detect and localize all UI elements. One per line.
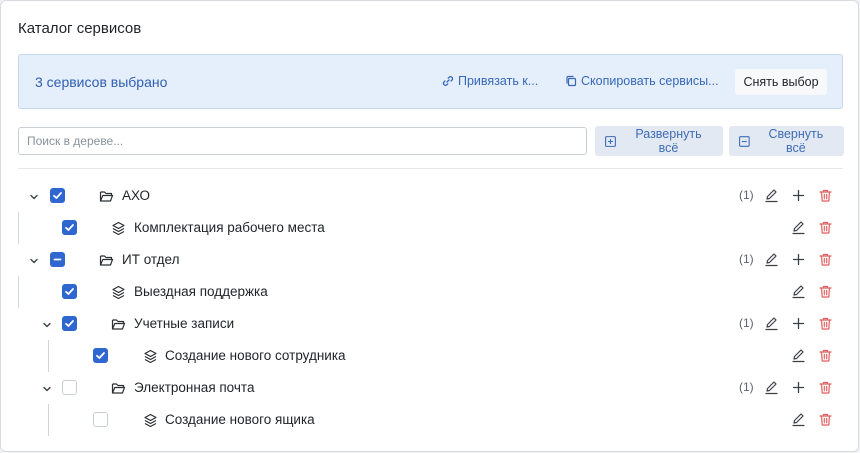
edit-icon[interactable]	[791, 284, 806, 299]
tree-node-label: ИТ отдел	[122, 252, 180, 267]
copy-services-button[interactable]: Скопировать сервисы...	[565, 74, 719, 88]
tree-service-row[interactable]: Выездная поддержка	[1, 276, 860, 308]
tree-service-row[interactable]: Создание нового ящика	[1, 404, 860, 436]
add-icon[interactable]	[791, 188, 806, 203]
tree-node-label: Электронная почта	[134, 380, 255, 395]
tree-search-input[interactable]	[18, 127, 587, 155]
tree-checkbox[interactable]	[93, 348, 108, 363]
trash-icon[interactable]	[818, 220, 833, 235]
trash-icon[interactable]	[818, 348, 833, 363]
trash-icon[interactable]	[818, 316, 833, 331]
tree-checkbox[interactable]	[62, 316, 77, 331]
panel-title: Каталог сервисов	[18, 20, 142, 37]
copy-services-label: Скопировать сервисы...	[581, 74, 719, 88]
edit-icon[interactable]	[791, 412, 806, 427]
tree-folder-row[interactable]: Учетные записи (1)	[1, 308, 860, 340]
tree-folder-row[interactable]: Электронная почта (1)	[1, 372, 860, 404]
clear-selection-button[interactable]: Снять выбор	[735, 69, 827, 95]
collapse-all-label: Свернуть всё	[768, 127, 824, 155]
add-icon[interactable]	[791, 380, 806, 395]
trash-icon[interactable]	[818, 412, 833, 427]
chevron-down-icon[interactable]	[41, 318, 53, 330]
tree-folder-row[interactable]: АХО (1)	[1, 180, 860, 212]
tree-folder-row[interactable]: ИТ отдел (1)	[1, 244, 860, 276]
child-count: (1)	[739, 188, 754, 202]
edit-icon[interactable]	[764, 188, 779, 203]
layers-icon	[111, 285, 126, 300]
chevron-down-icon[interactable]	[41, 382, 53, 394]
edit-icon[interactable]	[791, 348, 806, 363]
selection-count: 3 сервисов выбрано	[35, 74, 168, 90]
plus-square-icon	[605, 135, 616, 147]
child-count: (1)	[739, 252, 754, 266]
child-count: (1)	[739, 316, 754, 330]
divider	[18, 168, 843, 169]
tree-service-row[interactable]: Создание нового сотрудника	[1, 340, 860, 372]
trash-icon[interactable]	[818, 252, 833, 267]
chevron-down-icon[interactable]	[28, 254, 40, 266]
expand-all-button[interactable]: Развернуть всё	[595, 126, 723, 156]
tree-checkbox[interactable]	[62, 284, 77, 299]
bind-to-button[interactable]: Привязать к...	[442, 74, 538, 88]
link-icon	[442, 76, 454, 86]
copy-icon	[566, 75, 577, 87]
edit-icon[interactable]	[791, 220, 806, 235]
child-count: (1)	[739, 380, 754, 394]
edit-icon[interactable]	[764, 316, 779, 331]
folder-open-icon	[99, 253, 114, 268]
folder-open-icon	[111, 317, 126, 332]
bind-to-label: Привязать к...	[458, 74, 539, 88]
collapse-all-button[interactable]: Свернуть всё	[729, 126, 844, 156]
tree-node-label: АХО	[122, 188, 151, 203]
tree-checkbox[interactable]	[50, 188, 65, 203]
service-catalog-panel: Каталог сервисов 3 сервисов выбрано Прив…	[0, 0, 859, 452]
trash-icon[interactable]	[818, 284, 833, 299]
layers-icon	[143, 413, 158, 428]
tree-indent-guide	[18, 276, 19, 308]
add-icon[interactable]	[791, 252, 806, 267]
layers-icon	[111, 221, 126, 236]
add-icon[interactable]	[791, 316, 806, 331]
minus-square-icon	[739, 135, 750, 147]
expand-all-label: Развернуть всё	[635, 127, 702, 155]
edit-icon[interactable]	[764, 380, 779, 395]
tree-checkbox[interactable]	[62, 380, 77, 395]
selection-bar: 3 сервисов выбрано Привязать к... Скопир…	[18, 54, 843, 109]
tree-checkbox[interactable]	[62, 220, 77, 235]
tree-checkbox[interactable]	[50, 252, 65, 267]
tree-node-label: Учетные записи	[134, 316, 235, 331]
edit-icon[interactable]	[764, 252, 779, 267]
trash-icon[interactable]	[818, 188, 833, 203]
tree-service-row[interactable]: Комплектация рабочего места	[1, 212, 860, 244]
folder-open-icon	[111, 381, 126, 396]
tree-node-label: Создание нового сотрудника	[165, 348, 346, 363]
tree-indent-guide	[48, 404, 49, 436]
tree-indent-guide	[48, 340, 49, 372]
trash-icon[interactable]	[818, 380, 833, 395]
folder-open-icon	[99, 189, 114, 204]
tree-checkbox[interactable]	[93, 412, 108, 427]
tree-node-label: Создание нового ящика	[165, 412, 315, 427]
tree-indent-guide	[18, 212, 19, 244]
chevron-down-icon[interactable]	[28, 190, 40, 202]
tree-node-label: Выездная поддержка	[134, 284, 268, 299]
tree-node-label: Комплектация рабочего места	[134, 220, 325, 235]
layers-icon	[143, 349, 158, 364]
